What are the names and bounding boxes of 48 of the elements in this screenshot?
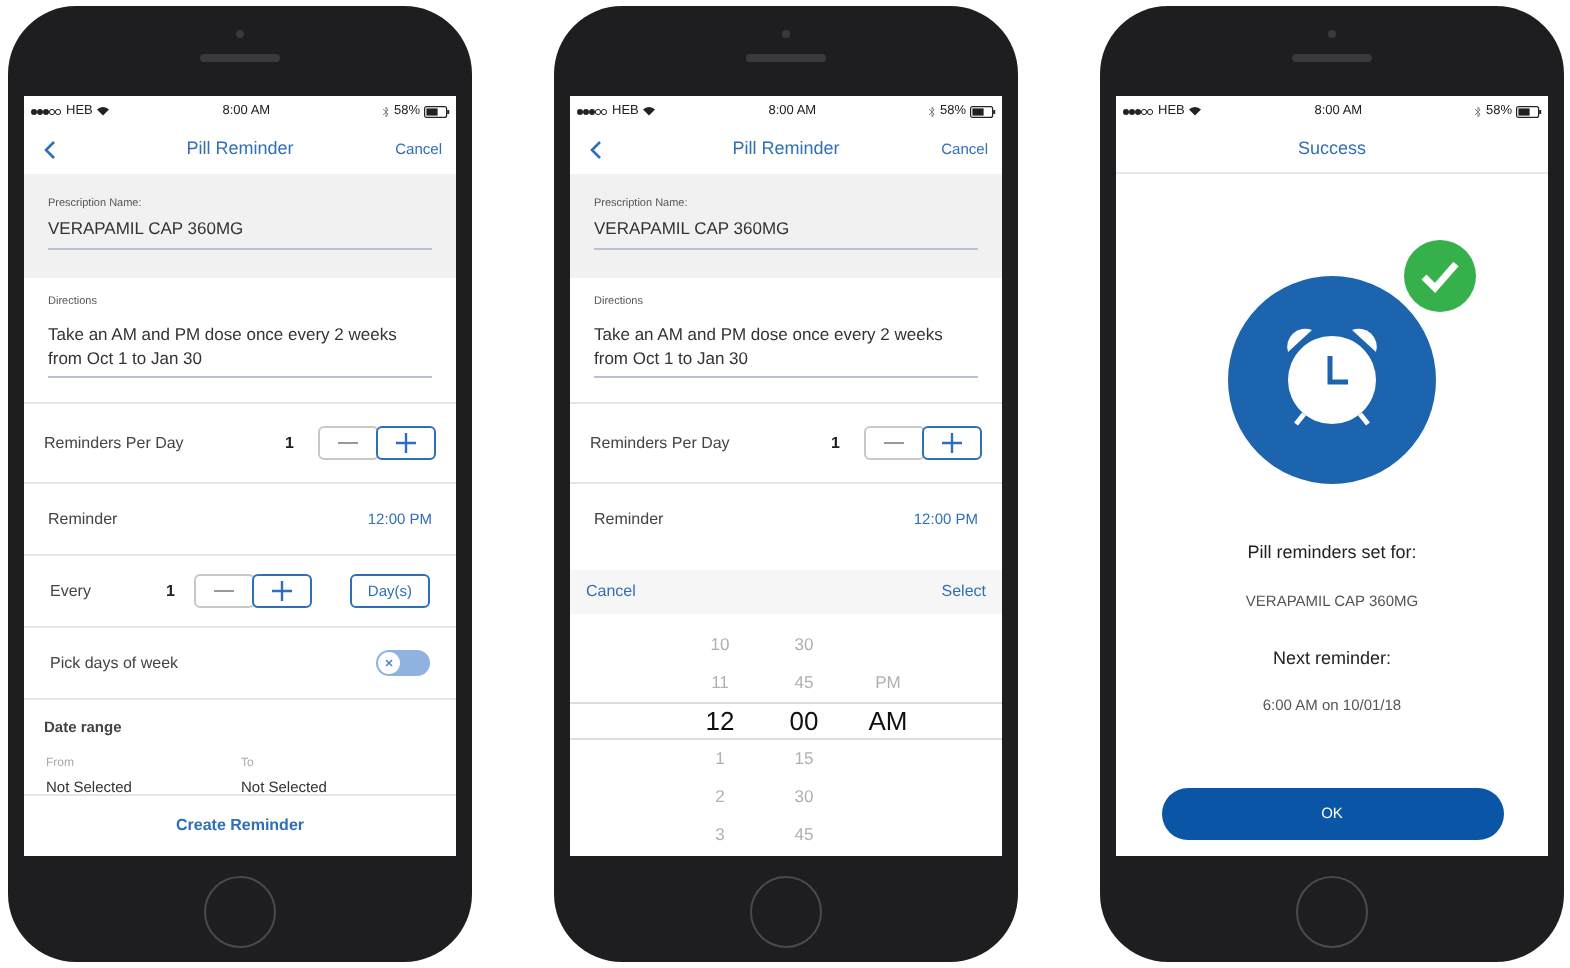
minus-button[interactable] [194, 574, 254, 608]
battery-icon [970, 105, 996, 117]
row-label: Pick days of week [50, 651, 179, 675]
every-value: 1 [166, 579, 177, 603]
directions-field[interactable]: Take an AM and PM dose once every 2 weeks from Oct 1 to Jan 30 [48, 322, 432, 379]
minus-button[interactable] [864, 426, 924, 460]
row-label: Reminder [594, 507, 664, 531]
battery-icon [424, 105, 450, 117]
create-reminder-button[interactable]: Create Reminder [175, 814, 305, 838]
signal-icon [30, 107, 62, 115]
bluetooth-icon [1473, 105, 1482, 117]
prescription-field[interactable]: VERAPAMIL CAP 360MG [594, 216, 978, 250]
screen-title: Pill Reminder [732, 136, 840, 163]
directions-field[interactable]: Take an AM and PM dose once every 2 weeks from Oct 1 to Jan 30 [594, 322, 978, 379]
picker-cancel-link[interactable]: Cancel [586, 580, 636, 604]
minus-button[interactable] [318, 426, 378, 460]
picker-option[interactable]: 00 [789, 702, 819, 740]
stepper-value: 1 [831, 431, 840, 455]
signal-icon [1122, 107, 1154, 115]
stepper-value: 1 [285, 431, 294, 455]
battery-icon [1516, 105, 1542, 117]
alarm-clock-icon [1228, 276, 1436, 484]
prescription-field[interactable]: VERAPAMIL CAP 360MG [48, 216, 432, 250]
row-label: Reminders Per Day [590, 431, 732, 455]
signal-icon [576, 107, 608, 115]
plus-button[interactable] [376, 426, 436, 460]
wifi-icon [96, 106, 111, 116]
row-label: Reminders Per Day [44, 431, 186, 455]
success-heading: Pill reminders set for: [1247, 540, 1417, 566]
screen-title: Success [1297, 135, 1366, 162]
bluetooth-icon [381, 105, 390, 117]
back-icon[interactable] [590, 140, 602, 160]
cross-icon [384, 658, 394, 668]
picker-option[interactable]: 12 [705, 702, 735, 740]
row-label: Reminder [48, 507, 118, 531]
picker-option[interactable]: AM [868, 702, 908, 740]
plus-button[interactable] [252, 574, 312, 608]
back-icon[interactable] [44, 140, 56, 160]
next-reminder-heading: Next reminder: [1272, 645, 1392, 672]
row-label: Every [50, 579, 93, 603]
bluetooth-icon [927, 105, 936, 117]
checkmark-badge-icon [1404, 240, 1476, 312]
wifi-icon [642, 106, 657, 116]
plus-button[interactable] [922, 426, 982, 460]
screen-title: Pill Reminder [186, 136, 294, 163]
picker-select-link[interactable]: Select [941, 580, 986, 604]
toggle-switch[interactable] [376, 650, 430, 676]
wifi-icon [1188, 106, 1203, 116]
